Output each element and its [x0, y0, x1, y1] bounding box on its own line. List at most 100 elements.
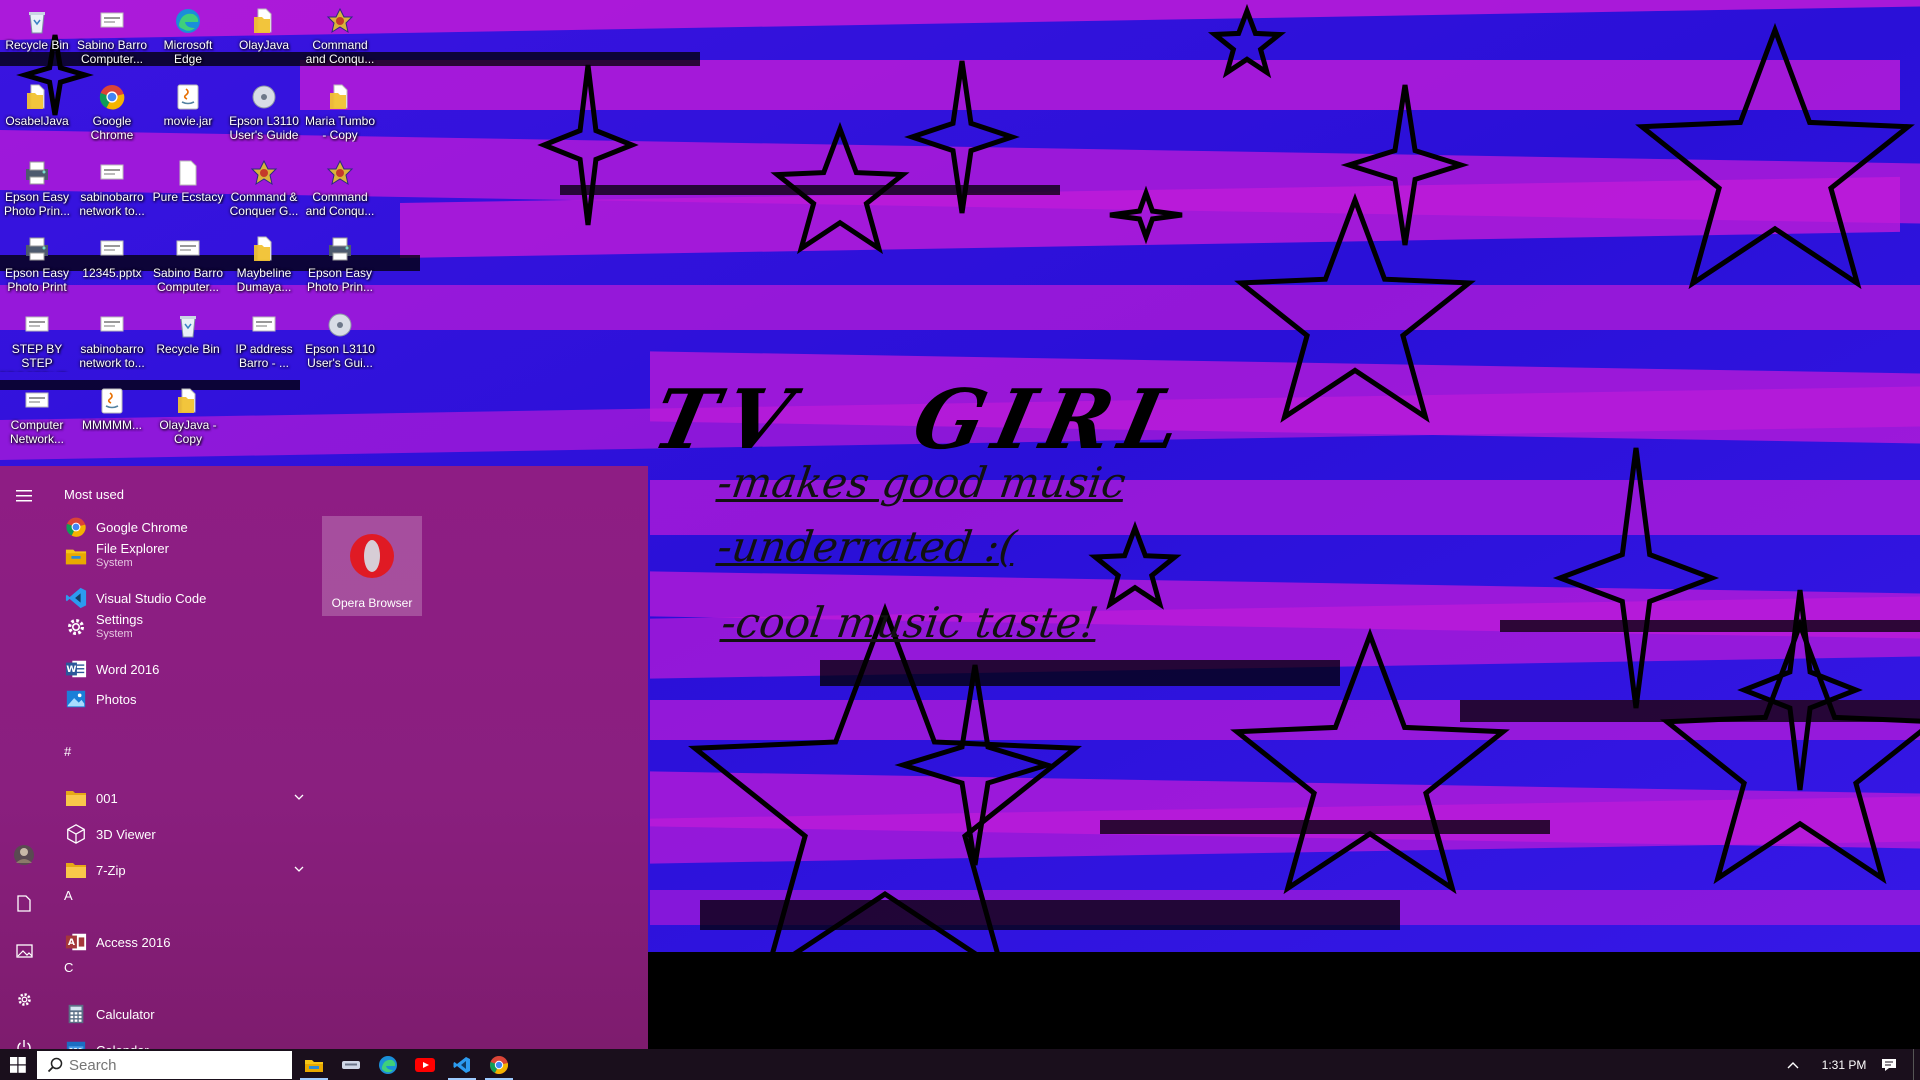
desktop-icon[interactable]: Computer Network...	[0, 380, 75, 456]
file-icon	[172, 158, 204, 188]
chevron-down-icon[interactable]	[292, 790, 306, 804]
desktop-icon[interactable]: Google Chrome	[74, 76, 150, 152]
section-header[interactable]: C	[64, 960, 73, 975]
pictures-button[interactable]	[0, 929, 48, 973]
game-icon	[248, 158, 280, 188]
desktop-icon[interactable]: sabinobarro network to...	[74, 304, 150, 380]
taskbar-vscode[interactable]	[444, 1049, 480, 1080]
desktop-icon-label: 12345.pptx	[82, 266, 142, 280]
user-avatar-icon	[14, 845, 34, 865]
desktop-icon-label: Recycle Bin	[5, 38, 69, 52]
start-menu-item-label: Photos	[96, 691, 137, 707]
show-desktop-button[interactable]	[1913, 1049, 1920, 1080]
taskbar-file-explorer[interactable]	[296, 1049, 332, 1080]
user-account-button[interactable]	[0, 833, 48, 877]
desktop-icon[interactable]: OlayJava - Copy	[150, 380, 226, 456]
action-center-button[interactable]	[1872, 1049, 1906, 1080]
taskbar-keyboard-app[interactable]	[333, 1049, 369, 1080]
start-menu-item[interactable]: A Access 2016	[48, 924, 310, 960]
start-menu-item-label: Access 2016	[96, 934, 171, 950]
tile-label: Opera Browser	[331, 596, 413, 610]
start-menu-item[interactable]: Calendar	[48, 1032, 310, 1049]
desktop-icon[interactable]: movie.jar	[150, 76, 226, 152]
desktop-icon[interactable]: Microsoft Edge	[150, 0, 226, 76]
desktop-icon[interactable]: 12345.pptx	[74, 228, 150, 304]
show-hidden-icons-button[interactable]	[1778, 1049, 1808, 1080]
desktop-icon[interactable]: Epson Easy Photo Prin...	[0, 152, 75, 228]
start-menu-item-label: 3D Viewer	[96, 826, 156, 842]
wallpaper-line-2: -underrated :(	[714, 522, 1020, 571]
desktop-icon-label: OlayJava - Copy	[159, 418, 217, 446]
windows-logo-icon	[10, 1056, 26, 1073]
document-icon	[96, 158, 128, 188]
start-menu-item-label: Visual Studio Code	[96, 590, 207, 606]
section-header[interactable]: A	[64, 888, 73, 903]
desktop-icon[interactable]: Epson L3110 User's Gui...	[302, 304, 378, 380]
desktop-icon[interactable]: Epson L3110 User's Guide	[226, 76, 302, 152]
desktop-icon[interactable]: Maybeline Dumaya...	[226, 228, 302, 304]
start-menu-item[interactable]: Photos	[48, 681, 310, 717]
start-menu-item[interactable]: 3D Viewer	[48, 816, 310, 852]
desktop-icon[interactable]: Recycle Bin	[150, 304, 226, 380]
desktop-icon[interactable]: IP address Barro - ...	[226, 304, 302, 380]
start-menu-item[interactable]: 001	[48, 780, 310, 816]
desktop-icon-label: Sabino Barro Computer...	[152, 266, 224, 294]
start-button[interactable]	[0, 1049, 36, 1080]
disc-icon	[248, 82, 280, 112]
word-icon: W	[64, 657, 88, 681]
taskbar-search-box[interactable]	[37, 1051, 292, 1079]
hamburger-button[interactable]	[0, 474, 48, 518]
folder-icon	[248, 6, 280, 36]
folder-icon	[248, 234, 280, 264]
desktop-icon[interactable]: MMMMM...	[74, 380, 150, 456]
start-menu-item[interactable]: Settings System	[48, 609, 310, 645]
start-menu-item[interactable]: 7-Zip	[48, 852, 310, 888]
desktop-icon[interactable]: Pure Ecstacy	[150, 152, 226, 228]
desktop-icon[interactable]: Sabino Barro Computer...	[74, 0, 150, 76]
folder-icon	[172, 386, 204, 416]
desktop-icon[interactable]: Recycle Bin	[0, 0, 75, 76]
chevron-down-icon[interactable]	[292, 862, 306, 876]
desktop-icon[interactable]: STEP BY STEP PROCEDUR...	[0, 304, 75, 380]
desktop-icon-label: Command & Conquer G...	[229, 190, 299, 218]
desktop-icon-label: Google Chrome	[90, 114, 134, 142]
desktop-icon[interactable]: OsabelJava	[0, 76, 75, 152]
desktop-icon[interactable]: Command and Conqu...	[302, 0, 378, 76]
documents-button[interactable]	[0, 881, 48, 925]
desktop-icon[interactable]: sabinobarro network to...	[74, 152, 150, 228]
game-icon	[324, 6, 356, 36]
tile-opera-browser[interactable]: Opera Browser	[322, 516, 422, 616]
desktop-icon-label: Recycle Bin	[156, 342, 220, 356]
search-input[interactable]	[69, 1056, 269, 1074]
documents-icon	[17, 894, 31, 912]
settings-button[interactable]	[0, 977, 48, 1021]
disc-icon	[324, 310, 356, 340]
desktop-icon[interactable]: OlayJava	[226, 0, 302, 76]
desktop-icon[interactable]: Epson Easy Photo Print	[0, 228, 75, 304]
folder-icon	[64, 786, 88, 810]
start-menu-item[interactable]: Calculator	[48, 996, 310, 1032]
desktop-icon[interactable]: Maria Tumbo - Copy	[302, 76, 378, 152]
game-icon	[324, 158, 356, 188]
taskbar-chrome[interactable]	[481, 1049, 517, 1080]
youtube-icon	[415, 1057, 435, 1072]
taskbar-edge[interactable]	[370, 1049, 406, 1080]
document-icon	[96, 310, 128, 340]
desktop-icon-label: Epson L3110 User's Gui...	[305, 342, 375, 370]
desktop-icon-label: sabinobarro network to...	[79, 190, 145, 218]
start-menu-item-label: Google Chrome	[96, 519, 188, 535]
desktop-icon-label: Epson Easy Photo Prin...	[3, 190, 71, 218]
desktop-icon-label: Microsoft Edge	[163, 38, 213, 66]
desktop-icon-label: sabinobarro network to...	[79, 342, 145, 370]
cube-icon	[64, 822, 88, 846]
svg-text:W: W	[66, 664, 76, 675]
desktop-icon[interactable]: Sabino Barro Computer...	[150, 228, 226, 304]
desktop-icon[interactable]: Epson Easy Photo Prin...	[302, 228, 378, 304]
clock[interactable]: 1:31 PM	[1814, 1049, 1874, 1080]
desktop-icon[interactable]: Command & Conquer G...	[226, 152, 302, 228]
taskbar-youtube[interactable]	[407, 1049, 443, 1080]
start-menu-item[interactable]: File Explorer System	[48, 538, 310, 574]
desktop-icon[interactable]: Command and Conqu...	[302, 152, 378, 228]
section-header[interactable]: #	[64, 744, 71, 759]
desktop-icon-label: Command and Conqu...	[305, 38, 375, 66]
